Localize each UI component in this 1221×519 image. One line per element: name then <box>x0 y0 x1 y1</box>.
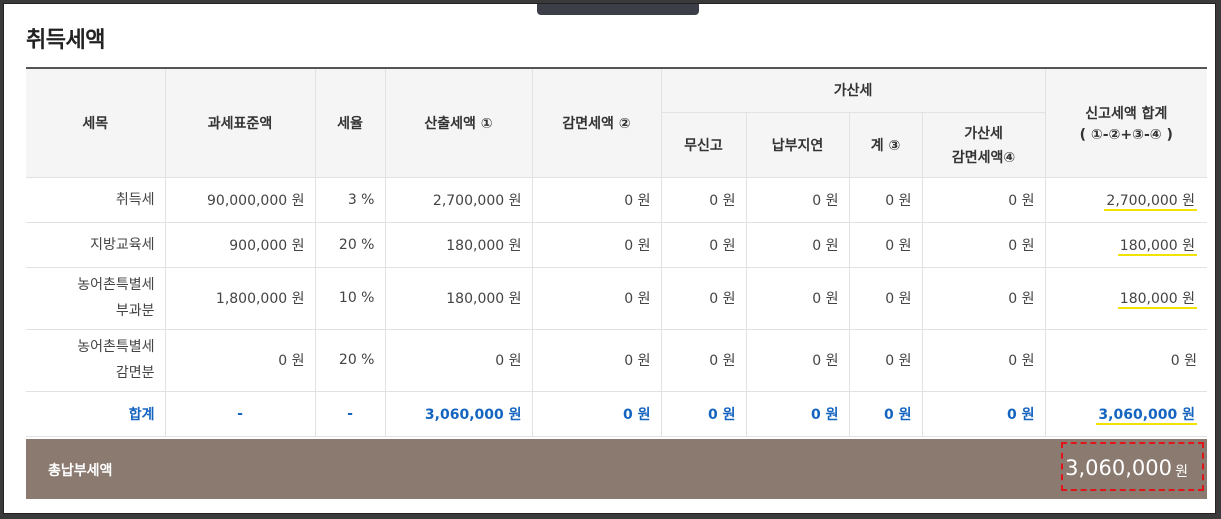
total-penalty-total: 0 원 <box>848 390 923 437</box>
cell-reduction: 0 원 <box>531 176 662 223</box>
table-row: 농어촌특별세 감면분 0 원 20 % 0 원 0 원 0 원 0 원 0 원 0… <box>26 328 1208 392</box>
total-payment-label: 총납부세액 <box>48 463 113 479</box>
cell-unreported: 0 원 <box>660 176 747 223</box>
header-tax-item: 세목 <box>26 67 166 178</box>
total-label: 합계 <box>26 390 166 437</box>
total-reduction: 0 원 <box>531 390 662 437</box>
cell-penalty-reduction: 0 원 <box>921 176 1046 223</box>
table-row: 농어촌특별세 부과분 1,800,000 원 10 % 180,000 원 0 원… <box>26 266 1208 330</box>
header-reduction: 감면세액 ② <box>531 67 662 178</box>
cell-late: 0 원 <box>745 266 850 330</box>
row-name: 농어촌특별세 감면분 <box>26 328 166 392</box>
cell-penalty-total: 0 원 <box>848 176 923 223</box>
header-penalty-reduction: 가산세 감면세액④ <box>921 111 1046 178</box>
cell-computed: 0 원 <box>384 328 533 392</box>
cell-report-total: 0 원 <box>1044 328 1208 392</box>
header-penalty-late: 납부지연 <box>745 111 850 178</box>
cell-report-total: 180,000 원 <box>1044 221 1208 268</box>
cell-rate: 3 % <box>314 176 386 223</box>
total-unreported: 0 원 <box>660 390 747 437</box>
top-tab-handle[interactable] <box>537 4 699 15</box>
total-payment-bar: 총납부세액 3,060,000 원 <box>26 439 1207 499</box>
row-name: 지방교육세 <box>26 221 166 268</box>
cell-unreported: 0 원 <box>660 266 747 330</box>
cell-penalty-total: 0 원 <box>848 328 923 392</box>
total-rate: - <box>314 390 386 437</box>
header-report-total-line1: 신고세액 합계 <box>1085 105 1168 122</box>
cell-late: 0 원 <box>745 328 850 392</box>
cell-base: 90,000,000 원 <box>164 176 316 223</box>
cell-reduction: 0 원 <box>531 266 662 330</box>
cell-unreported: 0 원 <box>660 221 747 268</box>
row-name: 취득세 <box>26 176 166 223</box>
total-report-total: 3,060,000 원 <box>1044 390 1208 437</box>
total-penalty-reduction: 0 원 <box>921 390 1046 437</box>
cell-reduction: 0 원 <box>531 221 662 268</box>
total-payment-unit: 원 <box>1175 464 1188 480</box>
total-report-total-value: 3,060,000 원 <box>1096 406 1198 425</box>
cell-base: 900,000 원 <box>164 221 316 268</box>
page-title: 취득세액 <box>26 28 105 53</box>
header-report-total-line2: ( ①-②+③-④ ) <box>1079 126 1173 143</box>
cell-computed: 180,000 원 <box>384 221 533 268</box>
cell-reduction: 0 원 <box>531 328 662 392</box>
cell-base: 0 원 <box>164 328 316 392</box>
cell-penalty-total: 0 원 <box>848 266 923 330</box>
header-tax-base: 과세표준액 <box>164 67 316 178</box>
cell-rate: 20 % <box>314 221 386 268</box>
cell-penalty-reduction: 0 원 <box>921 221 1046 268</box>
cell-penalty-reduction: 0 원 <box>921 328 1046 392</box>
row-name: 농어촌특별세 부과분 <box>26 266 166 330</box>
report-total-value: 180,000 원 <box>1117 237 1198 256</box>
header-penalty-reduction-line1: 가산세 <box>964 125 1003 142</box>
cell-computed: 2,700,000 원 <box>384 176 533 223</box>
cell-unreported: 0 원 <box>660 328 747 392</box>
total-payment-amount: 3,060,000 <box>1065 456 1172 480</box>
total-computed: 3,060,000 원 <box>384 390 533 437</box>
header-computed-tax: 산출세액 ① <box>384 67 533 178</box>
cell-report-total: 2,700,000 원 <box>1044 176 1208 223</box>
header-report-total: 신고세액 합계 ( ①-②+③-④ ) <box>1044 67 1208 178</box>
cell-penalty-reduction: 0 원 <box>921 266 1046 330</box>
cell-rate: 20 % <box>314 328 386 392</box>
tax-table: 세목 과세표준액 세율 산출세액 ① 감면세액 ② 가산세 신고세액 합계 ( … <box>26 67 1208 437</box>
report-total-value: 180,000 원 <box>1117 291 1198 309</box>
header-penalty-reduction-line2: 감면세액④ <box>951 149 1016 166</box>
header-penalty-unreported: 무신고 <box>661 111 747 178</box>
cell-base: 1,800,000 원 <box>164 266 316 330</box>
tax-panel: 취득세액 세목 과세표준액 세율 산출세액 ① 감면세액 ② 가산세 신고세액 … <box>3 3 1216 514</box>
total-row: 합계 - - 3,060,000 원 0 원 0 원 0 원 0 원 0 원 3… <box>26 390 1208 437</box>
total-late: 0 원 <box>745 390 850 437</box>
cell-late: 0 원 <box>745 221 850 268</box>
table-row: 지방교육세 900,000 원 20 % 180,000 원 0 원 0 원 0… <box>26 221 1208 268</box>
table-row: 취득세 90,000,000 원 3 % 2,700,000 원 0 원 0 원… <box>26 176 1208 223</box>
cell-penalty-total: 0 원 <box>848 221 923 268</box>
header-penalty-group: 가산세 <box>660 67 1046 113</box>
cell-late: 0 원 <box>745 176 850 223</box>
report-total-value: 2,700,000 원 <box>1104 192 1198 211</box>
total-base: - <box>164 390 316 437</box>
cell-report-total: 180,000 원 <box>1044 266 1208 330</box>
cell-computed: 180,000 원 <box>384 266 533 330</box>
cell-rate: 10 % <box>314 266 386 330</box>
total-payment-highlight-box: 3,060,000 원 <box>1061 442 1204 491</box>
header-penalty-total: 계 ③ <box>848 111 923 178</box>
header-rate: 세율 <box>314 67 386 178</box>
